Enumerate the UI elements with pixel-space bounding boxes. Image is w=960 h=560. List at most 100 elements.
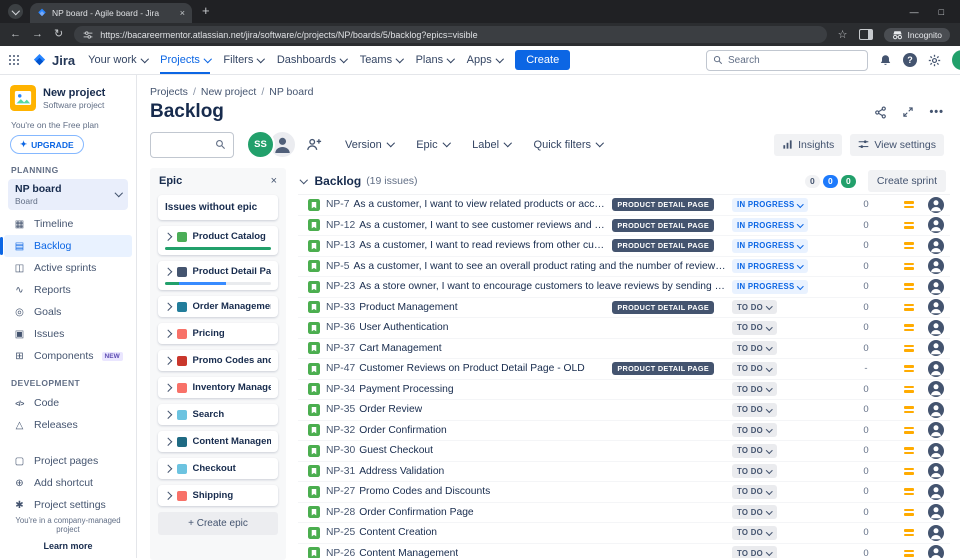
window-controls[interactable]: — □ bbox=[910, 7, 960, 17]
backlog-row[interactable]: NP-47 Customer Reviews on Product Detail… bbox=[298, 359, 950, 380]
create-button[interactable]: Create bbox=[515, 50, 571, 70]
chevron-right-icon[interactable] bbox=[163, 410, 172, 419]
issues-without-epic-card[interactable]: Issues without epic bbox=[158, 195, 278, 220]
assignee-cell[interactable] bbox=[924, 237, 948, 254]
status-dropdown[interactable]: IN PROGRESS bbox=[732, 279, 808, 294]
view-settings-button[interactable]: View settings bbox=[850, 133, 944, 156]
chevron-right-icon[interactable] bbox=[163, 232, 172, 241]
backlog-row[interactable]: NP-13 As a customer, I want to read revi… bbox=[298, 236, 950, 257]
address-bar[interactable]: https://bacareermentor.atlassian.net/jir… bbox=[74, 26, 827, 43]
breadcrumb-item[interactable]: NP board bbox=[269, 86, 313, 98]
assignee-avatar[interactable] bbox=[928, 381, 944, 398]
status-dropdown[interactable]: IN PROGRESS bbox=[732, 259, 808, 274]
sidebar-item[interactable]: Project pages bbox=[4, 450, 132, 472]
chevron-right-icon[interactable] bbox=[163, 356, 172, 365]
nav-item[interactable]: Projects bbox=[160, 46, 212, 74]
assignee-cell[interactable] bbox=[924, 401, 948, 418]
nav-item[interactable]: Dashboards bbox=[277, 46, 348, 74]
status-dropdown[interactable]: TO DO bbox=[732, 402, 777, 417]
assignee-avatar[interactable] bbox=[928, 483, 944, 500]
sidebar-item[interactable]: Active sprints bbox=[4, 257, 132, 279]
assignee-avatar[interactable] bbox=[928, 237, 944, 254]
status-dropdown[interactable]: TO DO bbox=[732, 423, 777, 438]
assignee-cell[interactable] bbox=[924, 442, 948, 459]
close-icon[interactable]: × bbox=[271, 175, 277, 187]
settings-gear-icon[interactable] bbox=[928, 54, 941, 67]
status-dropdown[interactable]: IN PROGRESS bbox=[732, 238, 808, 253]
assignee-avatar[interactable] bbox=[928, 196, 944, 213]
assignee-cell[interactable] bbox=[924, 422, 948, 439]
maximize-icon[interactable]: □ bbox=[939, 7, 944, 17]
status-dropdown[interactable]: TO DO bbox=[732, 443, 777, 458]
breadcrumb-item[interactable]: New project bbox=[201, 86, 256, 98]
status-dropdown[interactable]: TO DO bbox=[732, 320, 777, 335]
status-dropdown[interactable]: TO DO bbox=[732, 484, 777, 499]
filter-dropdown[interactable]: Version bbox=[345, 139, 395, 151]
backlog-row[interactable]: NP-25 Content Creation TO DO 0 bbox=[298, 523, 950, 544]
nav-item[interactable]: Teams bbox=[360, 46, 404, 74]
epic-card[interactable]: Product Catalog bbox=[158, 226, 278, 255]
collapse-chevron-icon[interactable] bbox=[299, 175, 308, 184]
sidebar-item[interactable]: Code bbox=[4, 392, 132, 414]
tab-close-icon[interactable]: × bbox=[180, 8, 185, 18]
chevron-right-icon[interactable] bbox=[163, 491, 172, 500]
status-dropdown[interactable]: TO DO bbox=[732, 382, 777, 397]
board-search-input[interactable] bbox=[150, 131, 234, 158]
more-options-icon[interactable]: ••• bbox=[929, 106, 944, 118]
backlog-row[interactable]: NP-36 User Authentication TO DO 0 bbox=[298, 318, 950, 339]
assignee-cell[interactable] bbox=[924, 360, 948, 377]
share-icon[interactable] bbox=[874, 105, 887, 119]
epic-card[interactable]: Content Management bbox=[158, 431, 278, 452]
project-header[interactable]: New project Software project bbox=[8, 85, 128, 111]
assignee-cell[interactable] bbox=[924, 483, 948, 500]
assignee-cell[interactable] bbox=[924, 278, 948, 295]
backlog-row[interactable]: NP-7 As a customer, I want to view relat… bbox=[298, 195, 950, 216]
status-dropdown[interactable]: TO DO bbox=[732, 525, 777, 540]
status-dropdown[interactable]: TO DO bbox=[732, 505, 777, 520]
sidebar-item[interactable]: Timeline bbox=[4, 213, 132, 235]
backlog-row[interactable]: NP-27 Promo Codes and Discounts TO DO 0 bbox=[298, 482, 950, 503]
sidebar-item[interactable]: Reports bbox=[4, 279, 132, 301]
status-dropdown[interactable]: IN PROGRESS bbox=[732, 218, 808, 233]
backlog-row[interactable]: NP-33 Product Management PRODUCT DETAIL … bbox=[298, 297, 950, 318]
nav-item[interactable]: Filters bbox=[223, 46, 265, 74]
global-search-input[interactable]: Search bbox=[706, 49, 868, 71]
user-avatar[interactable] bbox=[952, 50, 960, 70]
status-dropdown[interactable]: TO DO bbox=[732, 361, 777, 376]
assignee-cell[interactable] bbox=[924, 217, 948, 234]
backlog-row[interactable]: NP-35 Order Review TO DO 0 bbox=[298, 400, 950, 421]
status-dropdown[interactable]: TO DO bbox=[732, 546, 777, 558]
site-settings-icon[interactable] bbox=[83, 30, 93, 40]
learn-more-link[interactable]: Learn more bbox=[8, 541, 128, 551]
chevron-right-icon[interactable] bbox=[163, 383, 172, 392]
backlog-row[interactable]: NP-26 Content Management TO DO 0 bbox=[298, 543, 950, 558]
avatar-ss[interactable]: SS bbox=[246, 130, 275, 159]
backlog-row[interactable]: NP-34 Payment Processing TO DO 0 bbox=[298, 379, 950, 400]
assignee-cell[interactable] bbox=[924, 319, 948, 336]
assignee-cell[interactable] bbox=[924, 545, 948, 558]
browser-tab[interactable]: NP board - Agile board - Jira × bbox=[30, 3, 192, 23]
nav-item[interactable]: Plans bbox=[416, 46, 455, 74]
sidebar-item[interactable]: Add shortcut bbox=[4, 472, 132, 494]
chevron-right-icon[interactable] bbox=[163, 302, 172, 311]
fullscreen-icon[interactable] bbox=[902, 106, 914, 118]
tab-search-button[interactable] bbox=[8, 4, 23, 19]
filter-dropdown[interactable]: Label bbox=[472, 139, 512, 151]
assignee-cell[interactable] bbox=[924, 299, 948, 316]
forward-icon[interactable]: → bbox=[32, 29, 43, 40]
assignee-avatar[interactable] bbox=[928, 217, 944, 234]
backlog-row[interactable]: NP-32 Order Confirmation TO DO 0 bbox=[298, 420, 950, 441]
backlog-row[interactable]: NP-23 As a store owner, I want to encour… bbox=[298, 277, 950, 298]
status-dropdown[interactable]: IN PROGRESS bbox=[732, 197, 808, 212]
sidebar-item[interactable]: Releases bbox=[4, 414, 132, 436]
chevron-right-icon[interactable] bbox=[163, 329, 172, 338]
create-sprint-button[interactable]: Create sprint bbox=[867, 170, 946, 192]
chevron-right-icon[interactable] bbox=[163, 464, 172, 473]
epic-card[interactable]: Shipping bbox=[158, 485, 278, 506]
bookmark-star-icon[interactable]: ☆ bbox=[838, 28, 848, 41]
filter-dropdown[interactable]: Epic bbox=[416, 139, 451, 151]
help-icon[interactable]: ? bbox=[903, 53, 917, 67]
sidebar-item[interactable]: Backlog bbox=[0, 235, 132, 257]
epic-card[interactable]: Checkout bbox=[158, 458, 278, 479]
chevron-right-icon[interactable] bbox=[163, 437, 172, 446]
